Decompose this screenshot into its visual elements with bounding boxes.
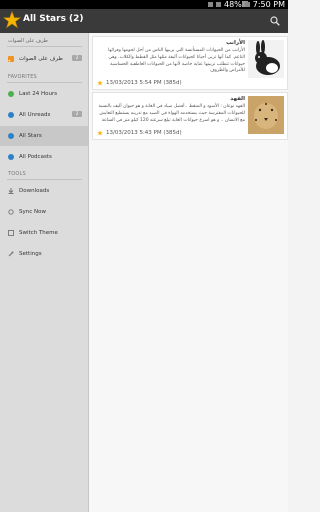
unread-count-badge: 2 — [72, 55, 82, 61]
sidebar-item-last-24-hours[interactable]: Last 24 Hours — [0, 84, 88, 104]
sidebar-item-sync-now[interactable]: Sync Now — [0, 202, 88, 222]
sidebar-item-label: Downloads — [19, 188, 50, 194]
article-item[interactable]: الفهد الفهد نوعان : الأسود و المنقط ..أف… — [92, 92, 288, 140]
article-list: الأرانب الأرانب من الحيوانات المستأنسة ا… — [89, 33, 288, 512]
sidebar-item-label: طرف على الصوات — [19, 56, 63, 62]
sidebar-item-all-podcasts[interactable]: All Podcasts — [0, 147, 88, 167]
rabbit-thumbnail — [248, 40, 284, 78]
article-title: الفهد — [230, 96, 245, 102]
article-snippet: الأرانب من الحيوانات المستأنسة التي يربي… — [108, 48, 245, 74]
sidebar-item-settings[interactable]: Settings — [0, 244, 88, 264]
clock: 7:50 PM — [252, 0, 285, 9]
unread-count-badge: 2 — [72, 111, 82, 117]
divider — [7, 82, 82, 83]
sidebar-item-label: Sync Now — [19, 209, 46, 215]
article-meta: 13/03/2013 5:54 PM (385d) — [97, 80, 182, 86]
cheetah-thumbnail — [248, 96, 284, 134]
star-icon[interactable] — [97, 130, 103, 136]
sidebar-item-label: Settings — [19, 251, 42, 257]
article-snippet: الفهد نوعان : الأسود و المنقط ..أفضل صيا… — [98, 104, 245, 123]
app-star-icon[interactable] — [3, 11, 21, 29]
tools-section-title: TOOLS — [8, 171, 26, 177]
sidebar-item-label: All Podcasts — [19, 154, 52, 160]
divider — [7, 179, 82, 180]
wifi-icon — [215, 2, 221, 7]
search-icon[interactable] — [270, 16, 280, 26]
sidebar-item-all-stars[interactable]: All Stars — [0, 126, 88, 146]
article-item[interactable]: الأرانب الأرانب من الحيوانات المستأنسة ا… — [92, 36, 288, 90]
theme-icon — [8, 230, 14, 236]
settings-icon — [8, 251, 14, 257]
article-meta: 13/03/2013 5:43 PM (385d) — [97, 130, 182, 136]
sidebar-item-label: All Unreads — [19, 112, 51, 118]
download-icon — [8, 188, 14, 194]
star-icon[interactable] — [97, 80, 103, 86]
action-bar: All Stars (2) — [0, 9, 288, 33]
sidebar-item-feed[interactable]: طرف على الصوات 2 — [0, 49, 88, 69]
sidebar-item-downloads[interactable]: Downloads — [0, 181, 88, 201]
article-date: 13/03/2013 5:43 PM (385d) — [106, 130, 182, 136]
clock-icon — [8, 91, 14, 97]
sidebar-item-label: Last 24 Hours — [19, 91, 58, 97]
star-icon — [8, 133, 14, 139]
sidebar-item-all-unreads[interactable]: All Unreads 2 — [0, 105, 88, 125]
battery-icon — [244, 2, 250, 7]
page-title: All Stars (2) — [23, 14, 84, 24]
sync-icon — [8, 209, 14, 215]
sidebar-item-label: All Stars — [19, 133, 42, 139]
sidebar-item-switch-theme[interactable]: Switch Theme — [0, 223, 88, 243]
signal-icon — [207, 2, 213, 7]
article-date: 13/03/2013 5:54 PM (385d) — [106, 80, 182, 86]
favorites-section-title: FAVORITES — [8, 74, 37, 80]
divider — [7, 46, 82, 47]
category-label: طرف على الصوات — [8, 38, 48, 44]
sidebar: طرف على الصوات طرف على الصوات 2 FAVORITE… — [0, 33, 89, 512]
rss-icon — [8, 56, 14, 62]
battery-level: 48% — [223, 0, 242, 9]
podcast-icon — [8, 154, 14, 160]
status-bar: 48% 7:50 PM — [0, 0, 288, 9]
article-title: الأرانب — [226, 40, 245, 46]
sidebar-item-label: Switch Theme — [19, 230, 58, 236]
unread-icon — [8, 112, 14, 118]
